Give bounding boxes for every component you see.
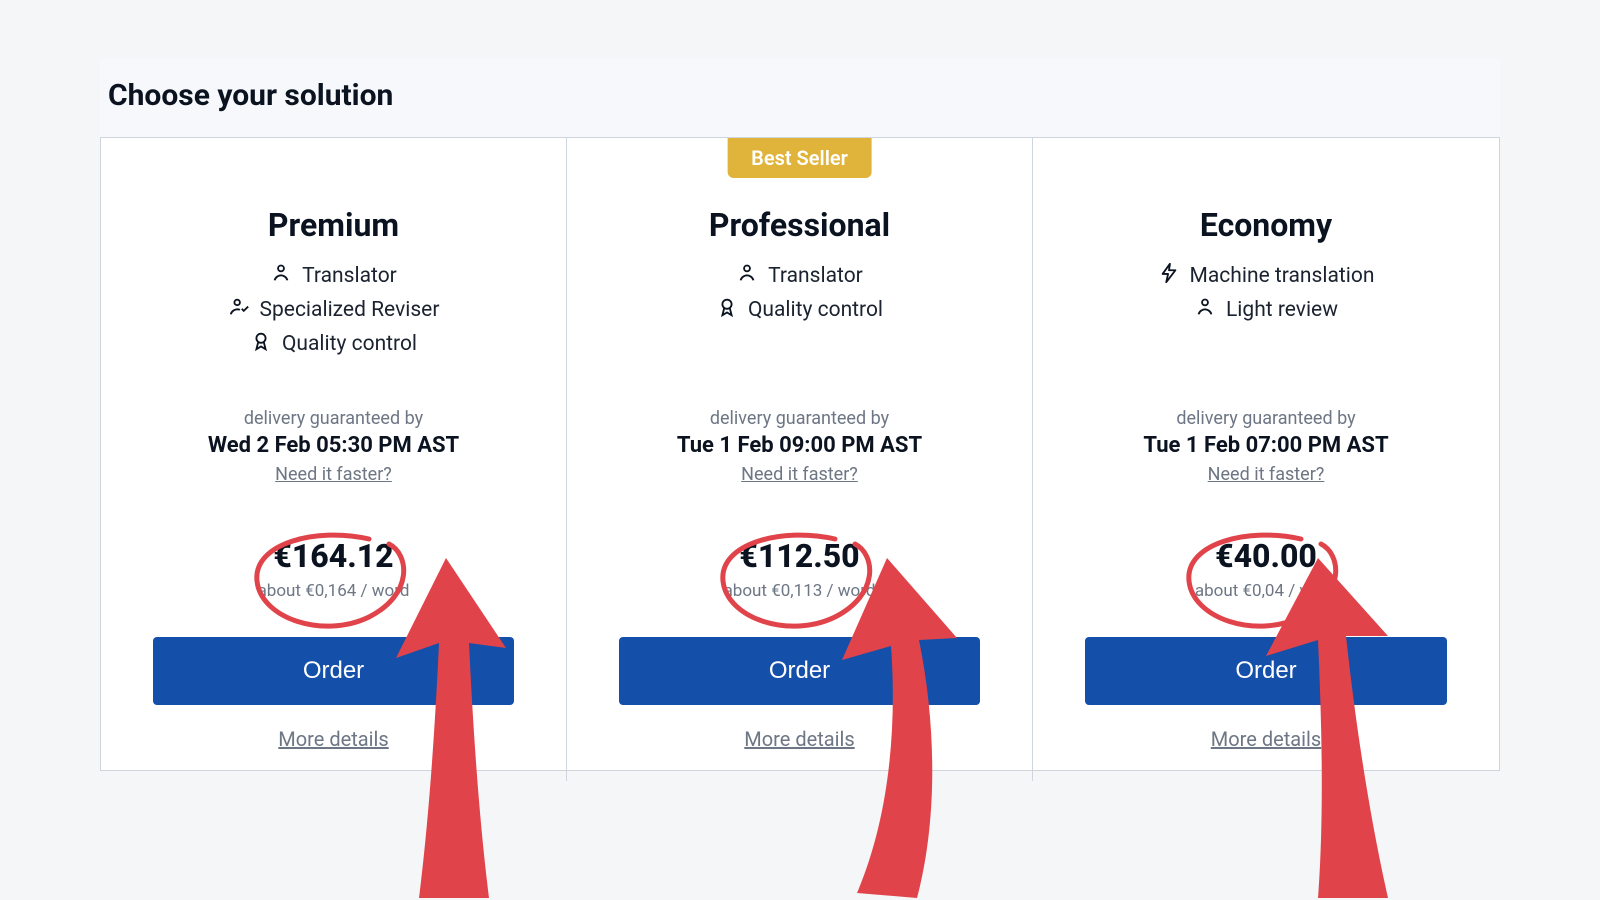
price-per-word: about €0,04 / word xyxy=(1195,581,1337,601)
feature-label: Light review xyxy=(1226,298,1338,322)
feature-label: Translator xyxy=(302,264,397,288)
need-faster-link[interactable]: Need it faster? xyxy=(275,464,392,485)
delivery-label: delivery guaranteed by xyxy=(208,408,459,429)
delivery-label: delivery guaranteed by xyxy=(1143,408,1388,429)
person-icon xyxy=(270,262,292,290)
more-details-link[interactable]: More details xyxy=(1211,727,1321,751)
feature-label: Quality control xyxy=(748,298,883,322)
more-details-link[interactable]: More details xyxy=(278,727,388,751)
more-details-link[interactable]: More details xyxy=(744,727,854,751)
pricing-panel: Choose your solution Premium Translator … xyxy=(100,58,1500,771)
feature-label: Machine translation xyxy=(1190,264,1375,288)
tier-title: Professional xyxy=(709,206,890,244)
best-seller-badge: Best Seller xyxy=(727,138,872,178)
person-icon xyxy=(1194,296,1216,324)
delivery-block: delivery guaranteed by Wed 2 Feb 05:30 P… xyxy=(208,408,459,485)
feature-item: Translator xyxy=(736,262,863,290)
feature-label: Quality control xyxy=(282,332,417,356)
price-value: €164.12 xyxy=(258,537,410,575)
feature-item: Quality control xyxy=(250,330,417,358)
feature-label: Specialized Reviser xyxy=(260,298,440,322)
tier-features: Machine translation Light review xyxy=(1158,262,1375,386)
price-value: €112.50 xyxy=(724,537,876,575)
delivery-label: delivery guaranteed by xyxy=(677,408,922,429)
tier-cards: Premium Translator Specialized Reviser xyxy=(100,137,1500,771)
price-block: €40.00 about €0,04 / word xyxy=(1195,537,1337,601)
page-title: Choose your solution xyxy=(100,78,1500,137)
person-icon xyxy=(736,262,758,290)
delivery-block: delivery guaranteed by Tue 1 Feb 07:00 P… xyxy=(1143,408,1388,485)
price-block: €164.12 about €0,164 / word xyxy=(258,537,410,601)
price-block: €112.50 about €0,113 / word xyxy=(724,537,876,601)
delivery-time: Wed 2 Feb 05:30 PM AST xyxy=(208,433,459,458)
need-faster-link[interactable]: Need it faster? xyxy=(741,464,858,485)
tier-title: Premium xyxy=(268,206,399,244)
feature-item: Translator xyxy=(270,262,397,290)
price-per-word: about €0,164 / word xyxy=(258,581,410,601)
price-per-word: about €0,113 / word xyxy=(724,581,876,601)
tier-card-premium: Premium Translator Specialized Reviser xyxy=(101,138,567,781)
feature-item: Machine translation xyxy=(1158,262,1375,290)
delivery-block: delivery guaranteed by Tue 1 Feb 09:00 P… xyxy=(677,408,922,485)
order-button[interactable]: Order xyxy=(153,637,514,705)
person-check-icon xyxy=(228,296,250,324)
ribbon-icon xyxy=(716,296,738,324)
feature-item: Light review xyxy=(1194,296,1338,324)
feature-label: Translator xyxy=(768,264,863,288)
order-button[interactable]: Order xyxy=(1085,637,1447,705)
ribbon-icon xyxy=(250,330,272,358)
tier-features: Translator Specialized Reviser Quality c… xyxy=(228,262,440,386)
tier-features: Translator Quality control xyxy=(716,262,883,386)
feature-item: Quality control xyxy=(716,296,883,324)
delivery-time: Tue 1 Feb 09:00 PM AST xyxy=(677,433,922,458)
delivery-time: Tue 1 Feb 07:00 PM AST xyxy=(1143,433,1388,458)
tier-title: Economy xyxy=(1200,206,1332,244)
bolt-icon xyxy=(1158,262,1180,290)
tier-card-professional: Best Seller Professional Translator Qual… xyxy=(567,138,1033,781)
need-faster-link[interactable]: Need it faster? xyxy=(1208,464,1325,485)
price-value: €40.00 xyxy=(1195,537,1337,575)
tier-card-economy: Economy Machine translation Light review… xyxy=(1033,138,1499,781)
order-button[interactable]: Order xyxy=(619,637,980,705)
feature-item: Specialized Reviser xyxy=(228,296,440,324)
